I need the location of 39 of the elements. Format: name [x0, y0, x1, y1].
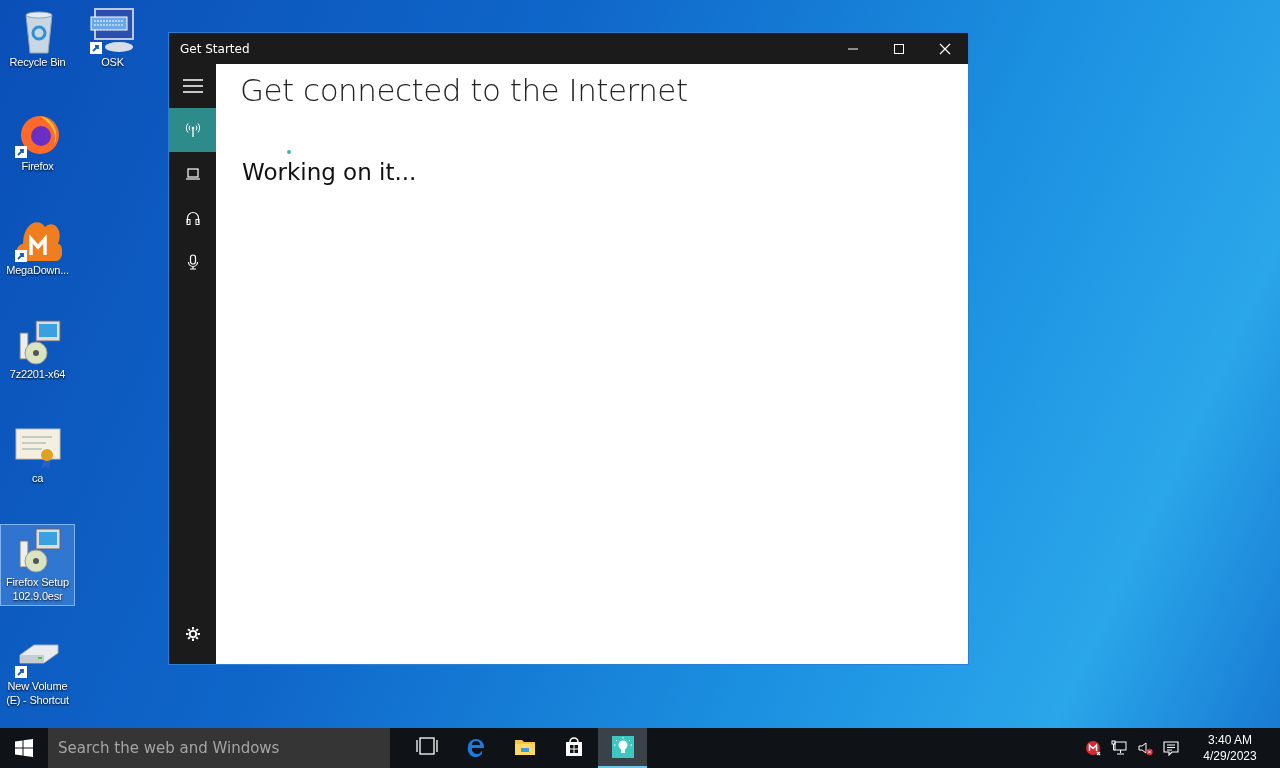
icon-label: New Volume (E) - Shortcut — [5, 679, 70, 707]
action-center-icon — [1163, 740, 1179, 756]
lightbulb-icon — [611, 736, 634, 758]
page-heading: Get connected to the Internet — [240, 72, 689, 110]
icon-label: MegaDown... — [6, 263, 69, 277]
icon-label: Firefox Setup 102.9.0esr — [5, 575, 70, 603]
icon-label: OSK — [101, 55, 124, 69]
laptop-icon — [184, 166, 201, 182]
desktop-icon[interactable]: Firefox — [0, 108, 75, 176]
desktop-icon[interactable]: New Volume (E) - Shortcut — [0, 628, 75, 710]
desktop-icon[interactable]: OSK — [75, 4, 150, 72]
icon-label: Firefox — [21, 159, 54, 173]
desktop-icon[interactable]: Firefox Setup 102.9.0esr — [0, 524, 75, 606]
clock-date: 4/29/2023 — [1202, 748, 1258, 764]
menu-icon — [182, 79, 203, 93]
headphones-icon — [184, 210, 201, 226]
close-icon — [939, 42, 951, 55]
window-title: Get Started — [180, 40, 251, 58]
desktop-icon[interactable]: Recycle Bin — [0, 4, 75, 72]
icon-label: Recycle Bin — [9, 55, 66, 69]
desktop-icon[interactable]: ca — [0, 420, 75, 488]
search-field[interactable]: Search the web and Windows — [48, 728, 390, 768]
maximize-icon — [893, 42, 905, 55]
keyboard-monitor-icon — [88, 7, 137, 55]
icon-label: 7z2201-x64 — [9, 367, 66, 381]
network-icon — [1111, 740, 1127, 756]
clock-time: 3:40 AM — [1207, 732, 1253, 748]
progress-dot — [287, 150, 291, 154]
desktop-icon[interactable]: MegaDown... — [0, 212, 75, 280]
muted-speaker-icon — [1137, 740, 1153, 756]
wireless-icon — [184, 122, 201, 138]
desktop-icon[interactable]: 7z2201-x64 — [0, 316, 75, 384]
task-view-icon — [415, 736, 438, 758]
mega-icon — [1085, 740, 1101, 756]
taskbar-app[interactable] — [598, 728, 647, 768]
settings-icon — [184, 626, 201, 642]
icon-label: ca — [31, 471, 44, 485]
status-text: Working on it... — [242, 158, 418, 188]
windows-logo-icon — [15, 739, 33, 757]
